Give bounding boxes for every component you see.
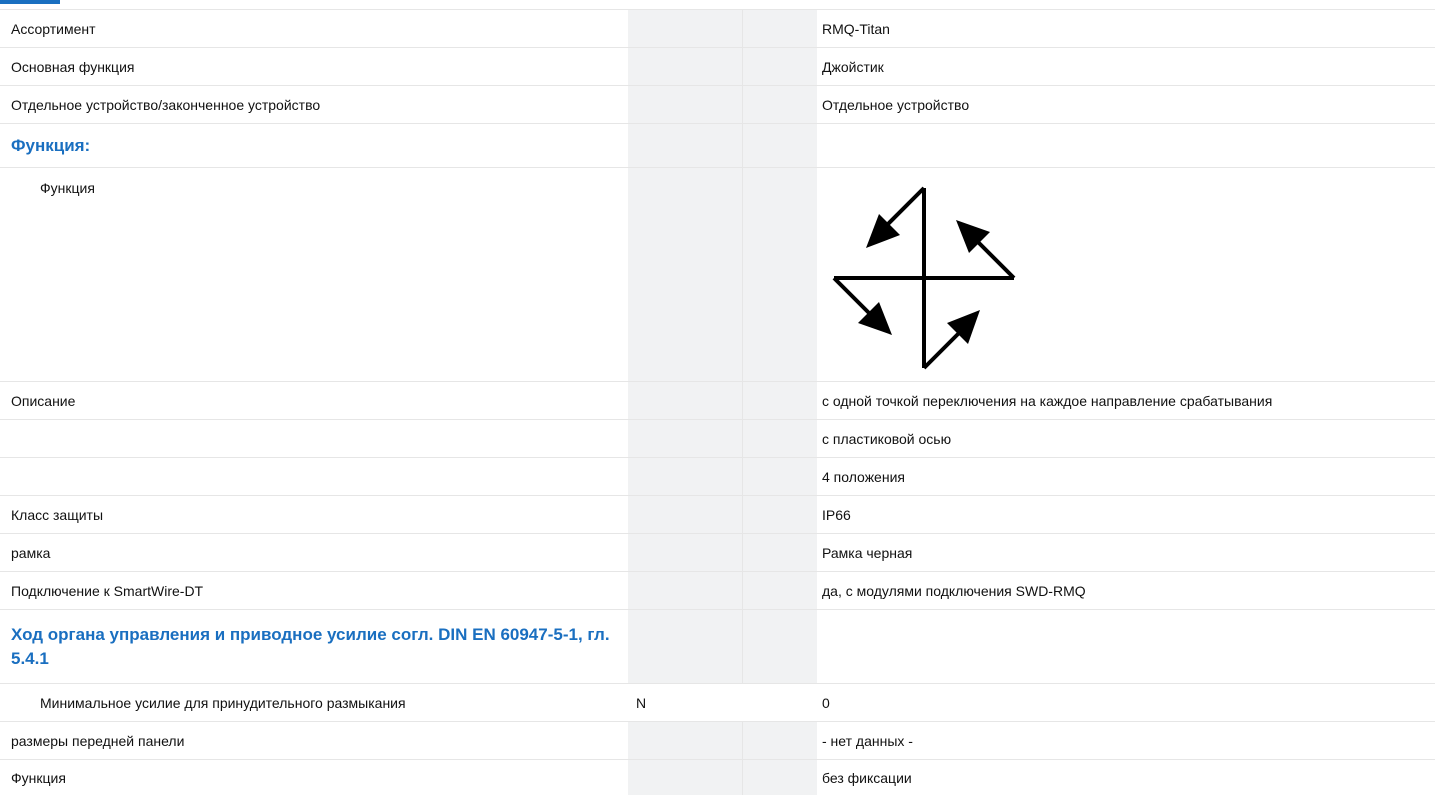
- row-unit: [628, 534, 742, 571]
- row-value: 4 положения: [822, 468, 905, 485]
- spacer-cell: [742, 572, 817, 609]
- row-value: Отдельное устройство: [822, 96, 970, 113]
- spec-row-front-dimensions: размеры передней панели - нет данных -: [0, 721, 1435, 759]
- row-unit: [628, 48, 742, 85]
- section-function-header: Функция:: [0, 123, 1435, 167]
- spacer-cell: [742, 420, 817, 457]
- row-value: Рамка черная: [822, 544, 913, 561]
- row-label: Основная функция: [11, 58, 135, 75]
- section-title: Функция:: [11, 135, 91, 155]
- spacer-cell: [742, 168, 817, 381]
- spec-row-main-function: Основная функция Джойстик: [0, 47, 1435, 85]
- spec-row-device-type: Отдельное устройство/законченное устройс…: [0, 85, 1435, 123]
- row-label: рамка: [11, 544, 51, 561]
- row-label: Класс защиты: [11, 506, 104, 523]
- spec-row-function-latching: Функция без фиксации: [0, 759, 1435, 795]
- spacer-cell: [742, 48, 817, 85]
- spacer-cell: [742, 610, 817, 683]
- row-value: [817, 168, 1435, 381]
- row-label: [0, 420, 628, 457]
- spacer-cell: [742, 534, 817, 571]
- spacer-cell: [742, 124, 817, 167]
- row-value: IP66: [822, 506, 851, 523]
- spacer-cell: [742, 496, 817, 533]
- row-label: [0, 458, 628, 495]
- row-value: без фиксации: [822, 769, 912, 786]
- spec-row-protection-class: Класс защиты IP66: [0, 495, 1435, 533]
- row-value: Джойстик: [822, 58, 884, 75]
- section-actuation-header: Ход органа управления и приводное усилие…: [0, 609, 1435, 683]
- row-unit: [628, 610, 742, 683]
- row-value: с одной точкой переключения на каждое на…: [822, 392, 1273, 409]
- row-value: [817, 124, 1435, 167]
- row-label: Функция: [40, 180, 95, 196]
- spacer-cell: [742, 458, 817, 495]
- row-unit: [628, 168, 742, 381]
- row-label: Функция: [11, 769, 66, 786]
- spec-table: Ассортимент RMQ-Titan Основная функция Д…: [0, 9, 1435, 795]
- row-unit: [628, 760, 742, 795]
- row-value: RMQ-Titan: [822, 20, 890, 37]
- row-label: Ассортимент: [11, 20, 96, 37]
- spec-row-assortment: Ассортимент RMQ-Titan: [0, 9, 1435, 47]
- spacer-cell: [742, 86, 817, 123]
- spec-row-smartwire: Подключение к SmartWire-DT да, с модулям…: [0, 571, 1435, 609]
- row-unit: [628, 420, 742, 457]
- section-title: Ход органа управления и приводное усилие…: [11, 624, 610, 668]
- row-unit: [628, 458, 742, 495]
- row-label: Минимальное усилие для принудительного р…: [40, 694, 406, 711]
- row-value: 0: [822, 694, 830, 711]
- spec-row-description-3: 4 положения: [0, 457, 1435, 495]
- spacer-cell: [742, 10, 817, 47]
- spec-row-description: Описание с одной точкой переключения на …: [0, 381, 1435, 419]
- row-label: размеры передней панели: [11, 732, 185, 749]
- row-value: с пластиковой осью: [822, 430, 952, 447]
- spec-row-frame: рамка Рамка черная: [0, 533, 1435, 571]
- spec-row-min-force: Минимальное усилие для принудительного р…: [0, 683, 1435, 721]
- row-value: да, с модулями подключения SWD-RMQ: [822, 582, 1086, 599]
- spacer-cell: [742, 684, 817, 721]
- spec-row-description-2: с пластиковой осью: [0, 419, 1435, 457]
- row-unit: [628, 124, 742, 167]
- row-unit: [628, 382, 742, 419]
- row-value: [817, 610, 1435, 683]
- spacer-cell: [742, 382, 817, 419]
- row-unit: N: [628, 684, 742, 721]
- top-accent-strip: [0, 0, 60, 4]
- row-label: Отдельное устройство/законченное устройс…: [11, 96, 321, 113]
- spacer-cell: [742, 722, 817, 759]
- spacer-cell: [742, 760, 817, 795]
- row-label: Описание: [11, 392, 76, 409]
- row-unit: [628, 86, 742, 123]
- row-value: - нет данных -: [822, 732, 913, 749]
- row-unit: [628, 10, 742, 47]
- row-unit: [628, 496, 742, 533]
- joystick-function-icon: [832, 186, 1016, 370]
- row-label: Подключение к SmartWire-DT: [11, 582, 204, 599]
- row-unit: [628, 722, 742, 759]
- spec-row-function-symbol: Функция: [0, 167, 1435, 381]
- row-unit: [628, 572, 742, 609]
